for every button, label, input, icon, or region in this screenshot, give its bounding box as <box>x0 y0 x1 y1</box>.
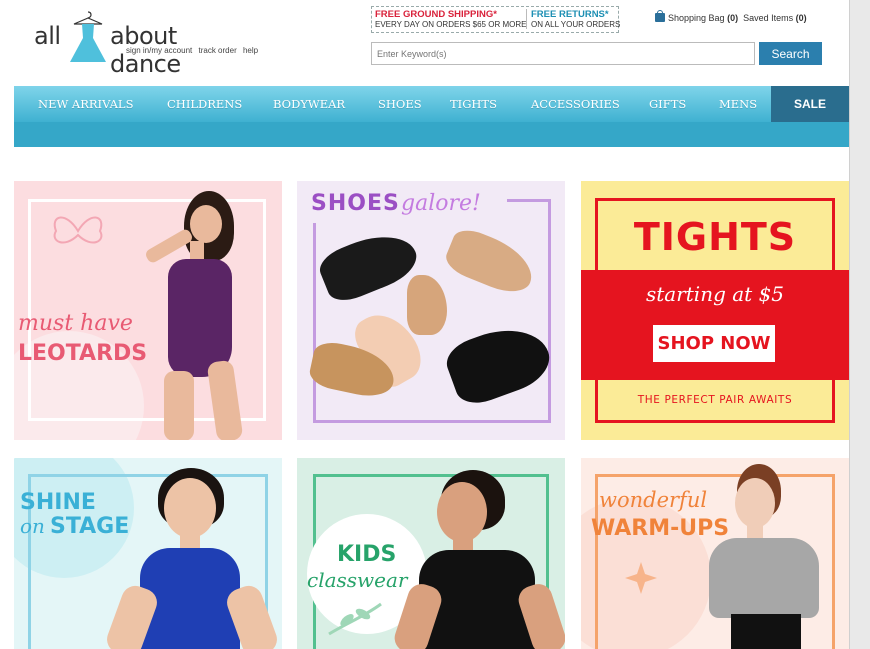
search-button[interactable]: Search <box>759 42 822 65</box>
stage-line2b: STAGE <box>50 514 130 539</box>
promo-tile-warmups[interactable]: wonderful WARM-UPS <box>581 458 849 649</box>
warmups-line2: WARM-UPS <box>591 516 730 541</box>
promo-tile-leotards[interactable]: must have LEOTARDS <box>14 181 282 440</box>
scrollbar[interactable] <box>849 0 870 649</box>
tights-red-band: starting at $5 SHOP NOW <box>581 270 849 380</box>
shopping-bag-link[interactable]: Shopping Bag (0) <box>668 13 738 23</box>
promo-tile-shoes[interactable]: SHOES galore! <box>297 181 565 440</box>
tights-title: TIGHTS <box>633 215 797 259</box>
track-order-link[interactable]: track order <box>199 46 237 55</box>
free-shipping-promo: FREE GROUND SHIPPING* EVERY DAY ON ORDER… <box>375 9 527 29</box>
free-shipping-subtitle: EVERY DAY ON ORDERS $65 OR MORE <box>375 20 527 29</box>
free-returns-subtitle: ON ALL YOUR ORDERS <box>531 20 621 29</box>
promo-tile-kids[interactable]: KIDS classwear <box>297 458 565 649</box>
nav-item-sale[interactable]: SALE <box>771 86 849 122</box>
tights-tagline: THE PERFECT PAIR AWAITS <box>637 394 793 406</box>
dress-logo-icon <box>70 11 106 62</box>
nav-item-mens[interactable]: MENS <box>719 86 757 122</box>
model-photo-warmups <box>701 464 841 649</box>
kids-line1: KIDS <box>337 542 397 567</box>
promo-tile-tights[interactable]: TIGHTS starting at $5 SHOP NOW THE PERFE… <box>581 181 849 440</box>
account-links: sign in/my account track order help <box>126 46 262 55</box>
bag-area: Shopping Bag (0) Saved Items (0) <box>655 10 807 23</box>
sub-nav-bar <box>14 122 849 147</box>
saved-items-label: Saved Items <box>743 13 794 23</box>
shopping-bag-icon <box>655 10 665 22</box>
shipping-promo-banner[interactable]: FREE GROUND SHIPPING* EVERY DAY ON ORDER… <box>371 6 621 33</box>
shop-now-button[interactable]: SHOP NOW <box>653 325 775 362</box>
model-photo-kids <box>391 464 565 649</box>
shopping-bag-count: (0) <box>727 13 739 23</box>
page: all about dance sign in/my account track… <box>14 0 849 649</box>
help-link[interactable]: help <box>243 46 258 55</box>
shopping-bag-label: Shopping Bag <box>668 13 725 23</box>
sign-in-link[interactable]: sign in/my account <box>126 46 192 55</box>
stage-line1: SHINE <box>20 490 96 515</box>
nav-item-bodywear[interactable]: BODYWEAR <box>273 86 345 122</box>
nav-item-tights[interactable]: TIGHTS <box>450 86 497 122</box>
flower-icon <box>625 562 657 594</box>
leotards-line2: LEOTARDS <box>18 341 148 366</box>
model-photo-stage <box>103 466 282 649</box>
butterfly-icon <box>53 216 103 244</box>
free-returns-promo: FREE RETURNS* ON ALL YOUR ORDERS <box>526 9 621 29</box>
tights-starting-price: starting at $5 <box>645 282 785 306</box>
kids-line2: classwear <box>307 568 408 592</box>
browser-viewport: all about dance sign in/my account track… <box>0 0 870 649</box>
nav-item-new-arrivals[interactable]: NEW ARRIVALS <box>38 86 133 122</box>
site-logo[interactable]: all about dance sign in/my account track… <box>34 10 258 78</box>
shoes-word2: galore! <box>401 191 481 216</box>
leotards-line1: must have <box>18 311 133 336</box>
free-shipping-title: FREE GROUND SHIPPING* <box>375 9 497 20</box>
warmups-line1: wonderful <box>599 488 708 512</box>
search-input[interactable] <box>371 42 755 65</box>
leaf-sprig-icon <box>328 602 382 636</box>
saved-items-link[interactable]: Saved Items (0) <box>743 13 807 23</box>
saved-items-count: (0) <box>795 13 807 23</box>
main-nav: NEW ARRIVALS CHILDRENS BODYWEAR SHOES TI… <box>14 86 849 122</box>
nav-item-childrens[interactable]: CHILDRENS <box>167 86 242 122</box>
nav-item-gifts[interactable]: GIFTS <box>649 86 686 122</box>
model-photo-leotard <box>124 191 274 440</box>
promo-tile-stage[interactable]: SHINE on STAGE <box>14 458 282 649</box>
nav-item-accessories[interactable]: ACCESSORIES <box>531 86 620 122</box>
free-returns-title: FREE RETURNS* <box>531 9 609 20</box>
shoes-word1: SHOES <box>311 191 400 216</box>
stage-line2a: on <box>20 514 45 538</box>
nav-item-shoes[interactable]: SHOES <box>378 86 422 122</box>
logo-text-all: all <box>34 22 61 50</box>
